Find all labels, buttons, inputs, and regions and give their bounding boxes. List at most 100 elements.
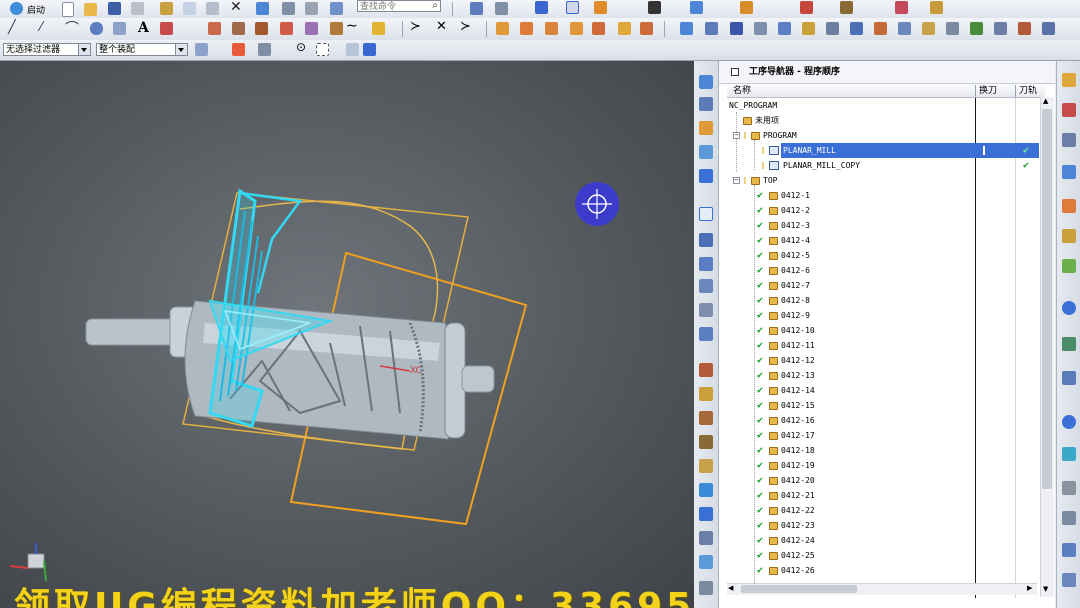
tree-node-operation[interactable]: ✔ 0412-26 — [727, 563, 1045, 578]
tool-cut-icon[interactable] — [690, 1, 703, 14]
extract-icon[interactable] — [305, 22, 318, 35]
resource-reuse-icon[interactable] — [1062, 543, 1076, 557]
tree-node-operation[interactable]: ✔ 0412-14 — [727, 383, 1045, 398]
project-icon[interactable] — [280, 22, 293, 35]
post-process-icon[interactable] — [699, 507, 713, 521]
resource-web-icon[interactable] — [1062, 301, 1076, 315]
cam-op-11-icon[interactable] — [922, 22, 935, 35]
graphics-viewport[interactable]: XC — [0, 61, 694, 608]
tree-node-planar-mill[interactable]: ǀ PLANAR_MILL ✔ — [727, 143, 1045, 158]
tree-node-operation[interactable]: ✔ 0412-22 — [727, 503, 1045, 518]
resource-list-icon[interactable] — [1062, 573, 1076, 587]
simulate-icon[interactable] — [895, 1, 908, 14]
tree-node-operation[interactable]: ✔ 0412-25 — [727, 548, 1045, 563]
tree-node-operation[interactable]: ✔ 0412-15 — [727, 398, 1045, 413]
column-name[interactable]: 名称 — [733, 85, 751, 97]
create-method-icon[interactable] — [699, 435, 713, 449]
scroll-thumb-h[interactable] — [741, 585, 857, 593]
scroll-right-icon[interactable]: ▶ — [1027, 584, 1032, 592]
shape-icon[interactable] — [160, 22, 173, 35]
postprocess-icon[interactable] — [840, 1, 853, 14]
feature-block-3-icon[interactable] — [545, 22, 558, 35]
command-search-input[interactable]: 查找命令 ⌕ — [357, 0, 441, 12]
tree-node-operation[interactable]: ✔ 0412-8 — [727, 293, 1045, 308]
resource-opnav-icon[interactable] — [1062, 165, 1076, 179]
tree-node-operation[interactable]: ✔ 0412-21 — [727, 488, 1045, 503]
tree-node-operation[interactable]: ✔ 0412-23 — [727, 518, 1045, 533]
tree-node-operation[interactable]: ✔ 0412-16 — [727, 413, 1045, 428]
text-tool-icon[interactable]: A — [138, 20, 149, 36]
cam-op-1-icon[interactable] — [680, 22, 693, 35]
feature-block-1-icon[interactable] — [496, 22, 509, 35]
cam-op-13-icon[interactable] — [970, 22, 983, 35]
scroll-left-icon[interactable]: ◀ — [728, 584, 733, 592]
cut-icon[interactable] — [160, 2, 173, 15]
spline-icon[interactable]: ∼ — [346, 18, 358, 34]
paste-icon[interactable] — [206, 2, 219, 15]
nav-part-icon[interactable] — [699, 121, 713, 135]
resource-history-icon[interactable] — [1062, 133, 1076, 147]
open-folder-icon[interactable] — [84, 3, 97, 16]
tree-node-operation[interactable]: ✔ 0412-13 — [727, 368, 1045, 383]
cam-op-4-icon[interactable] — [754, 22, 767, 35]
cam-op-14-icon[interactable] — [994, 22, 1007, 35]
tree-node-operation[interactable]: ✔ 0412-18 — [727, 443, 1045, 458]
resource-cam-icon[interactable] — [1062, 73, 1076, 87]
bridge-icon[interactable] — [255, 22, 268, 35]
edit-curve-icon[interactable] — [330, 22, 343, 35]
tree-node-program[interactable]: − ǀ PROGRAM — [727, 128, 1045, 143]
cam-op-8-icon[interactable] — [850, 22, 863, 35]
toolpath-icon[interactable] — [740, 1, 753, 14]
shaded-cube-icon[interactable] — [363, 43, 376, 56]
select-all-icon[interactable] — [232, 43, 245, 56]
tree-node-operation[interactable]: ✔ 0412-10 — [727, 323, 1045, 338]
cam-op-5-icon[interactable] — [778, 22, 791, 35]
analysis-icon[interactable] — [495, 2, 508, 15]
repeat-command-icon[interactable] — [305, 2, 318, 15]
nav-assembly-icon[interactable] — [699, 75, 713, 89]
tree-node-unused[interactable]: 未用项 — [727, 113, 1045, 128]
tree-horizontal-scrollbar[interactable]: ◀ ▶ — [727, 583, 1037, 595]
measure-icon[interactable]: ≻ — [410, 19, 421, 34]
selection-filter-select[interactable]: 无选择过滤器 — [3, 43, 91, 56]
tree-node-top[interactable]: − ǀ TOP — [727, 173, 1045, 188]
tree-node-nc-program[interactable]: NC_PROGRAM — [727, 98, 1045, 113]
create-tool-icon[interactable] — [699, 387, 713, 401]
tree-node-operation[interactable]: ✔ 0412-5 — [727, 248, 1045, 263]
tree-node-operation[interactable]: ✔ 0412-19 — [727, 458, 1045, 473]
tree-node-operation[interactable]: ✔ 0412-2 — [727, 203, 1045, 218]
collapse-icon[interactable]: − — [733, 177, 740, 184]
output-cls-icon[interactable] — [699, 555, 713, 569]
tree-node-operation[interactable]: ✔ 0412-12 — [727, 353, 1045, 368]
undo-icon[interactable] — [256, 2, 269, 15]
tree-node-operation[interactable]: ✔ 0412-17 — [727, 428, 1045, 443]
tree-node-operation[interactable]: ✔ 0412-1 — [727, 188, 1045, 203]
search-icon[interactable]: ⌕ — [432, 1, 438, 11]
scroll-up-icon[interactable]: ▲ — [1043, 97, 1048, 105]
print-icon[interactable] — [131, 2, 144, 15]
feature-block-5-icon[interactable] — [592, 22, 605, 35]
column-tool-change[interactable]: 换刀 — [979, 85, 997, 97]
tree-node-operation[interactable]: ✔ 0412-24 — [727, 533, 1045, 548]
tree-vertical-scrollbar[interactable]: ▲ ▼ — [1040, 97, 1054, 597]
feature-block-2-icon[interactable] — [520, 22, 533, 35]
offset-curve-icon[interactable] — [208, 22, 221, 35]
polyline-icon[interactable]: ⁄ — [40, 20, 42, 35]
cam-op-2-icon[interactable] — [705, 22, 718, 35]
copy-icon[interactable] — [183, 2, 196, 15]
verify-toolpath-icon[interactable] — [699, 483, 713, 497]
report-icon[interactable] — [930, 1, 943, 14]
cam-op-9-icon[interactable] — [874, 22, 887, 35]
tree-node-operation[interactable]: ✔ 0412-4 — [727, 233, 1045, 248]
tree-node-operation[interactable]: ✔ 0412-3 — [727, 218, 1045, 233]
start-menu-label[interactable]: 启动 — [27, 3, 45, 16]
tree-node-operation[interactable]: ✔ 0412-7 — [727, 278, 1045, 293]
tree-node-operation[interactable]: ✔ 0412-20 — [727, 473, 1045, 488]
pin-checkbox[interactable] — [731, 68, 739, 76]
tree-node-operation[interactable]: ✔ 0412-9 — [727, 308, 1045, 323]
cam-op-3-icon[interactable] — [730, 22, 743, 35]
assembly-scope-select[interactable]: 整个装配 — [96, 43, 188, 56]
machine-tool-view-icon[interactable] — [699, 233, 713, 247]
resource-process-icon[interactable] — [1062, 447, 1076, 461]
save-icon[interactable] — [108, 2, 121, 15]
